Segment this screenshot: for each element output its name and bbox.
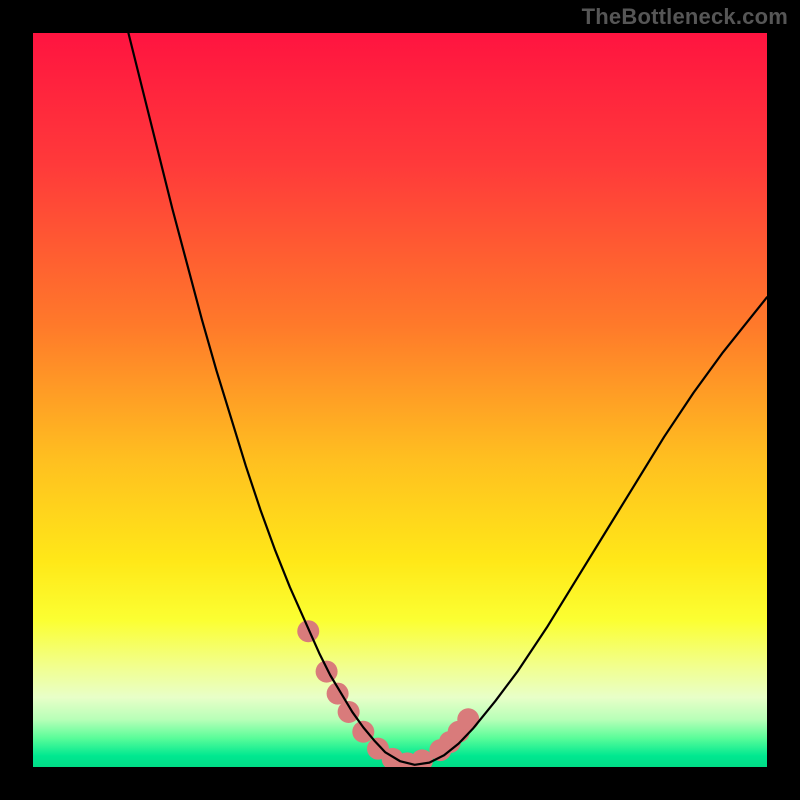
chart-svg [33,33,767,767]
marker-point [352,721,374,743]
marker-point [457,708,479,730]
marker-point [297,620,319,642]
marker-point [316,661,338,683]
chart-root: TheBottleneck.com [0,0,800,800]
watermark-text: TheBottleneck.com [582,4,788,30]
gradient-background [33,33,767,767]
plot-area [33,33,767,767]
